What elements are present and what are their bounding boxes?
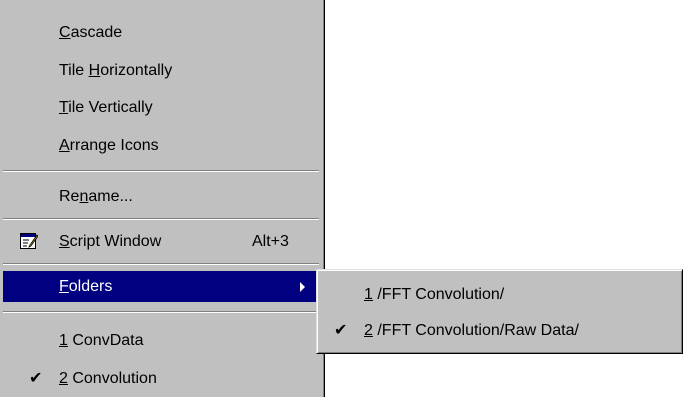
menu-item-label: 2 Convolution [59, 370, 157, 387]
menu-item-label: 1 /FFT Convolution/ [364, 286, 505, 303]
folder-item-2[interactable]: ✔ 2 /FFT Convolution/Raw Data/ [320, 315, 679, 346]
menu-item-window-1-convdata[interactable]: 1 ConvData [3, 325, 319, 356]
checkmark-icon: ✔ [29, 370, 43, 387]
menu-item-window-2-convolution[interactable]: ✔ 2 Convolution [3, 363, 319, 394]
menu-item-label: Rename... [59, 188, 133, 205]
menu-item-label: Tile Vertically [59, 99, 153, 116]
menu-item-label: Arrange Icons [59, 137, 159, 154]
menu-item-arrange-icons[interactable]: Arrange Icons [3, 130, 319, 161]
menu-item-label: 2 /FFT Convolution/Raw Data/ [364, 322, 579, 339]
menu-item-label: Folders [59, 278, 113, 295]
checkmark-icon: ✔ [334, 322, 348, 339]
menu-item-label: Tile Horizontally [59, 62, 173, 79]
submenu-arrow-icon [300, 282, 305, 292]
menu-separator [3, 170, 319, 172]
folder-item-1[interactable]: 1 /FFT Convolution/ [320, 279, 679, 310]
folders-submenu: 1 /FFT Convolution/ ✔ 2 /FFT Convolution… [316, 269, 683, 354]
menu-item-tile-horizontally[interactable]: Tile Horizontally [3, 55, 319, 86]
menu-separator [3, 218, 319, 220]
menu-item-script-window[interactable]: Script Window Alt+3 [3, 226, 319, 257]
menu-separator [3, 263, 319, 265]
menu-separator [3, 311, 319, 313]
window-menu: Cascade Tile Horizontally Tile Verticall… [0, 0, 325, 397]
menu-item-folders[interactable]: Folders [3, 271, 319, 302]
menu-item-cascade[interactable]: Cascade [3, 17, 319, 48]
menu-item-tile-vertically[interactable]: Tile Vertically [3, 92, 319, 123]
menu-item-shortcut: Alt+3 [252, 233, 289, 250]
menu-item-rename[interactable]: Rename... [3, 181, 319, 212]
menu-item-label: 1 ConvData [59, 332, 144, 349]
script-window-icon [20, 233, 38, 249]
menu-item-label: Cascade [59, 24, 123, 41]
screen: Cascade Tile Horizontally Tile Verticall… [0, 0, 683, 397]
menu-item-label: Script Window [59, 233, 162, 250]
